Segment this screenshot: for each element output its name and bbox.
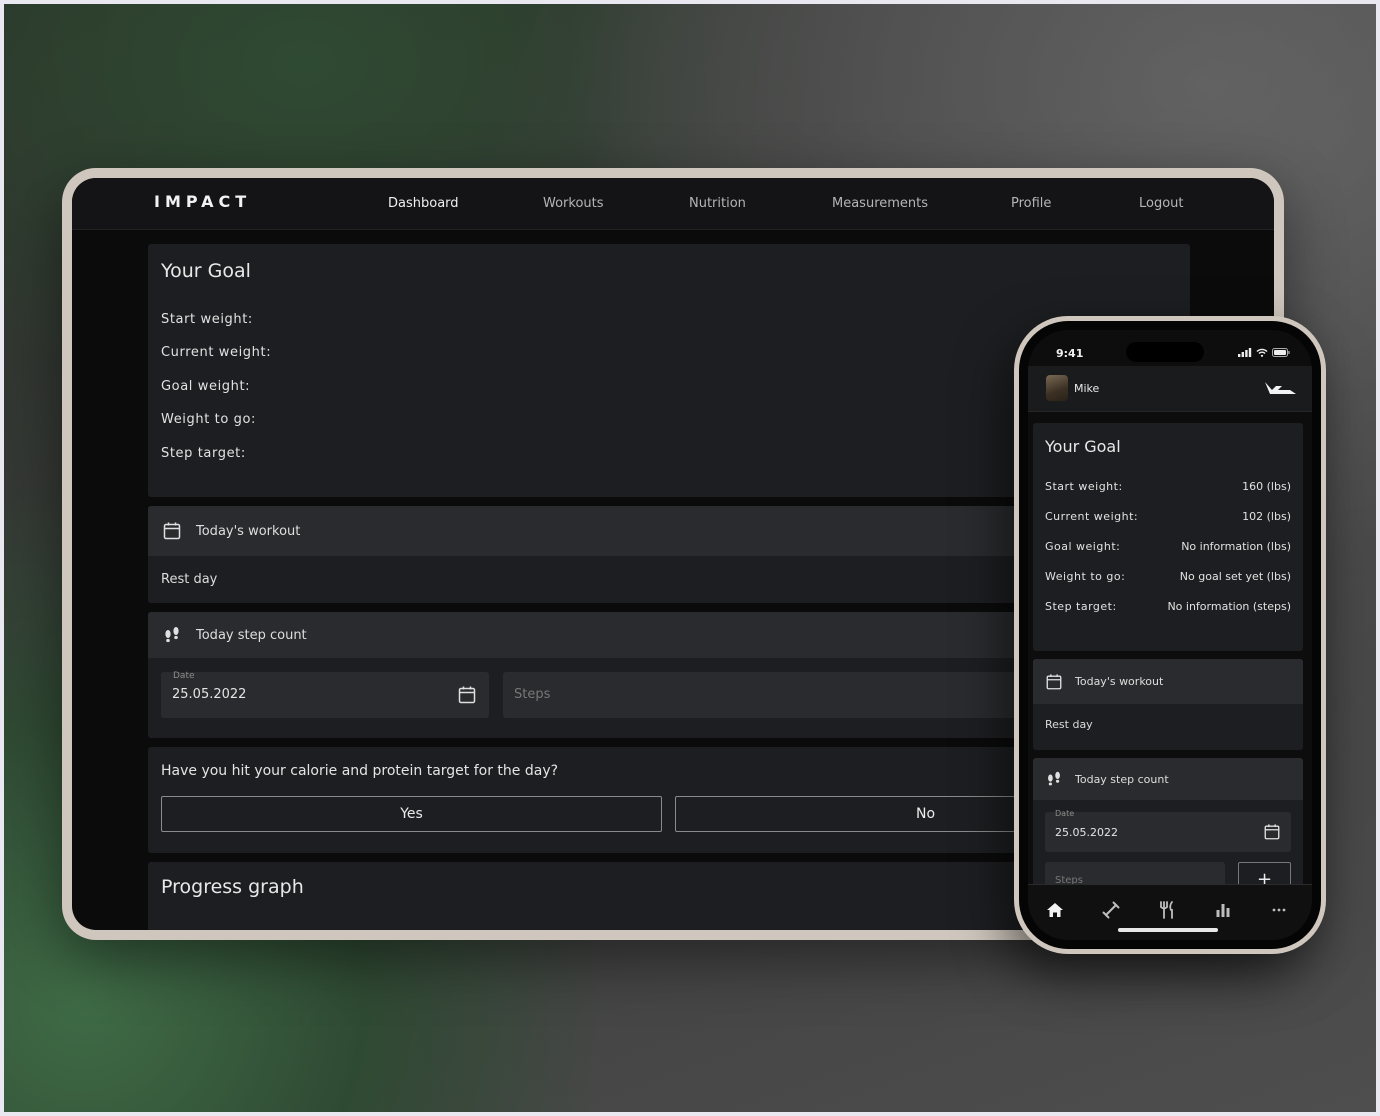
fork-knife-icon[interactable] (1156, 899, 1178, 921)
avatar[interactable] (1046, 375, 1068, 401)
status-icons (1238, 348, 1290, 357)
home-icon[interactable] (1044, 899, 1066, 921)
user-name[interactable]: Mike (1074, 382, 1099, 395)
phone-workout-card: Today's workout Rest day (1033, 659, 1303, 750)
bottom-tab-bar (1028, 884, 1312, 940)
nav-workouts[interactable]: Workouts (543, 196, 604, 211)
home-indicator[interactable] (1118, 928, 1218, 932)
more-icon[interactable] (1268, 899, 1290, 921)
brand-logo-icon[interactable] (1262, 376, 1298, 402)
phone-screen: 9:41 Mike Your Goal Start weight: 160 (l… (1028, 330, 1312, 940)
status-bar: 9:41 (1028, 330, 1312, 366)
row-value: No information (steps) (1167, 600, 1291, 613)
phone-bezel: 9:41 Mike Your Goal Start weight: 160 (l… (1019, 321, 1321, 949)
phone-date-field[interactable]: Date 25.05.2022 (1045, 809, 1291, 852)
row-label: Step target: (1045, 600, 1117, 613)
row-label: Weight to go: (1045, 570, 1126, 583)
phone-workout-header[interactable]: Today's workout (1033, 659, 1303, 704)
dynamic-island (1126, 342, 1204, 362)
top-navigation: IMPACT Dashboard Workouts Nutrition Meas… (72, 178, 1274, 230)
nav-measurements[interactable]: Measurements (832, 196, 928, 211)
phone-goal-title: Your Goal (1045, 437, 1121, 456)
goal-title: Your Goal (161, 260, 251, 282)
yes-button[interactable]: Yes (161, 796, 662, 832)
nav-profile[interactable]: Profile (1011, 196, 1051, 211)
phone-goal-row: Current weight: 102 (lbs) (1045, 510, 1291, 540)
wifi-icon (1256, 348, 1268, 357)
date-value: 25.05.2022 (1055, 826, 1118, 839)
phone-header: Mike (1028, 366, 1312, 412)
row-value: No information (lbs) (1181, 540, 1291, 553)
phone-goal-row: Start weight: 160 (lbs) (1045, 480, 1291, 510)
date-caption: Date (1055, 809, 1075, 818)
phone-goal-rows: Start weight: 160 (lbs) Current weight: 10… (1045, 480, 1291, 630)
date-value: 25.05.2022 (172, 687, 247, 702)
battery-icon (1272, 348, 1290, 357)
steps-placeholder: Steps (514, 687, 551, 702)
workout-title: Today's workout (196, 523, 301, 539)
footprints-icon (1045, 770, 1063, 788)
footprints-icon (162, 625, 182, 645)
row-label: Current weight: (1045, 510, 1139, 523)
phone-step-count-header[interactable]: Today step count (1033, 758, 1303, 800)
signal-icon (1238, 348, 1252, 357)
date-field[interactable]: Date 25.05.2022 (161, 671, 489, 718)
calendar-icon[interactable] (457, 685, 477, 709)
date-caption: Date (173, 671, 195, 681)
row-value: No goal set yet (lbs) (1179, 570, 1291, 583)
calendar-icon[interactable] (1263, 823, 1281, 845)
dumbbell-icon[interactable] (1100, 899, 1122, 921)
row-label: Start weight: (1045, 480, 1123, 493)
phone-goal-row: Goal weight: No information (lbs) (1045, 540, 1291, 570)
calendar-icon (1045, 673, 1063, 691)
phone-content: Your Goal Start weight: 160 (lbs) Current… (1033, 423, 1303, 898)
phone-step-count-body: Date 25.05.2022 Steps + (1033, 800, 1303, 890)
step-count-title: Today step count (196, 627, 307, 643)
phone-device: 9:41 Mike Your Goal Start weight: 160 (l… (1014, 316, 1326, 954)
phone-goal-row: Weight to go: No goal set yet (lbs) (1045, 570, 1291, 600)
row-value: 102 (lbs) (1242, 510, 1291, 523)
phone-step-count-card: Today step count Date 25.05.2022 Steps + (1033, 758, 1303, 890)
background: IMPACT Dashboard Workouts Nutrition Meas… (4, 4, 1376, 1112)
nav-dashboard[interactable]: Dashboard (388, 196, 459, 211)
row-value: 160 (lbs) (1242, 480, 1291, 493)
phone-goal-row: Step target: No information (steps) (1045, 600, 1291, 630)
phone-step-count-title: Today step count (1075, 772, 1169, 786)
calendar-icon (162, 521, 182, 541)
impact-logo[interactable]: IMPACT (154, 192, 251, 211)
phone-workout-title: Today's workout (1075, 675, 1164, 688)
bar-chart-icon[interactable] (1212, 899, 1234, 921)
nav-logout[interactable]: Logout (1139, 196, 1184, 211)
row-label: Goal weight: (1045, 540, 1121, 553)
phone-goal-card: Your Goal Start weight: 160 (lbs) Current… (1033, 423, 1303, 651)
phone-workout-body: Rest day (1045, 718, 1093, 731)
nav-nutrition[interactable]: Nutrition (689, 196, 746, 211)
status-time: 9:41 (1056, 347, 1084, 360)
